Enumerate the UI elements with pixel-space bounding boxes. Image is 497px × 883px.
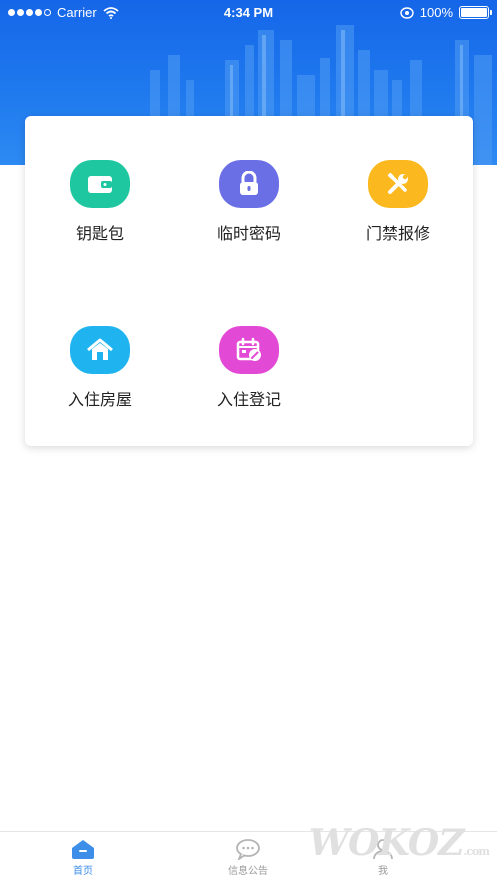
home-screen: Carrier 4:34 PM 100% 钥匙包 临时密码 门禁报修 入住房屋 … [0, 0, 497, 883]
home-icon [72, 840, 94, 859]
grid-item-temp-password[interactable]: 临时密码 [174, 160, 324, 244]
grid-item-key-wallet[interactable]: 钥匙包 [25, 160, 175, 244]
lock-icon [219, 160, 279, 208]
grid-label-my-house: 入住房屋 [67, 390, 132, 409]
tab-home[interactable]: 首页 [23, 838, 143, 877]
location-icon [400, 6, 414, 19]
grid-item-door-repair[interactable]: 门禁报修 [323, 160, 473, 244]
grid-item-my-house[interactable]: 入住房屋 [25, 326, 175, 410]
status-bar: Carrier 4:34 PM 100% [0, 0, 497, 26]
tab-announcements-label: 信息公告 [228, 866, 268, 877]
watermark-logo: WOKOZ.com [308, 822, 490, 864]
grid-label-door-repair: 门禁报修 [365, 224, 430, 243]
repair-tools-icon [368, 160, 428, 208]
chat-bubble-icon [236, 839, 260, 860]
grid-label-temp-password: 临时密码 [216, 224, 281, 243]
house-icon [70, 326, 130, 374]
battery-icon [459, 6, 492, 19]
wallet-icon [70, 160, 130, 208]
battery-percent: 100% [419, 5, 453, 20]
grid-label-checkin-register: 入住登记 [216, 390, 281, 409]
grid-label-key-wallet: 钥匙包 [75, 224, 124, 243]
grid-item-checkin-register[interactable]: 入住登记 [174, 326, 324, 410]
tab-home-label: 首页 [73, 866, 93, 877]
function-grid-card: 钥匙包 临时密码 门禁报修 入住房屋 入住登记 [25, 116, 473, 446]
tab-announcements[interactable]: 信息公告 [188, 838, 308, 877]
tab-me-label: 我 [378, 866, 388, 877]
calendar-edit-icon [219, 326, 279, 374]
